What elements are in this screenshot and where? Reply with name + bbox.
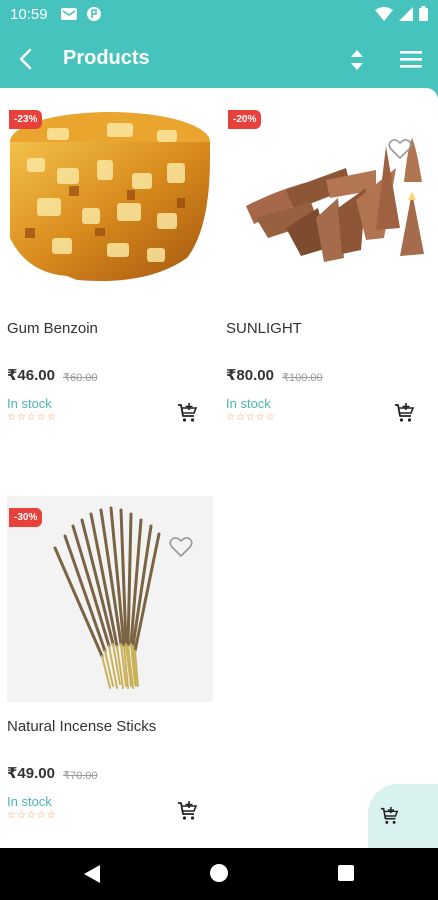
rating-stars: ☆☆☆☆☆ bbox=[7, 412, 57, 423]
app-notification-icon bbox=[87, 7, 101, 21]
heart-icon[interactable] bbox=[388, 138, 412, 160]
stock-status: In stock bbox=[7, 396, 52, 411]
product-image[interactable]: -23% bbox=[7, 98, 213, 304]
sort-icon[interactable] bbox=[345, 47, 369, 73]
mail-notification-icon bbox=[61, 8, 77, 20]
floating-cart-button[interactable] bbox=[368, 784, 438, 848]
gum-benzoin-image bbox=[10, 112, 210, 282]
add-to-cart-icon[interactable] bbox=[394, 402, 416, 424]
product-card[interactable]: -23% Gum Benzoin ₹46.00 ₹60.00 In stock … bbox=[7, 98, 213, 438]
product-price: ₹46.00 bbox=[7, 367, 55, 384]
product-image[interactable]: -30% bbox=[7, 496, 213, 702]
wifi-icon bbox=[375, 6, 393, 21]
status-bar: 10:59 bbox=[0, 0, 438, 30]
product-image[interactable]: -20% bbox=[226, 98, 432, 304]
menu-icon[interactable] bbox=[398, 48, 424, 70]
stock-status: In stock bbox=[226, 396, 271, 411]
nav-back-icon[interactable] bbox=[82, 863, 102, 885]
cart-icon bbox=[380, 806, 399, 824]
incense-cones-image bbox=[246, 138, 424, 262]
system-nav-bar bbox=[0, 848, 438, 900]
product-card[interactable]: -30% Natural Incense Sticks ₹49.00 ₹70.0… bbox=[7, 496, 213, 836]
product-old-price: ₹100.00 bbox=[282, 372, 323, 384]
incense-sticks-image bbox=[53, 506, 161, 689]
app-bar: Products bbox=[0, 30, 438, 88]
nav-home-icon[interactable] bbox=[210, 864, 228, 882]
discount-badge: -23% bbox=[9, 110, 43, 129]
product-card[interactable]: -20% SUNLIGHT ₹80.00 ₹100.00 In stock ☆☆… bbox=[226, 98, 432, 438]
product-old-price: ₹60.00 bbox=[63, 372, 98, 384]
rating-stars: ☆☆☆☆☆ bbox=[7, 810, 57, 821]
nav-recents-icon[interactable] bbox=[338, 865, 354, 881]
status-time: 10:59 bbox=[10, 6, 48, 23]
rating-stars: ☆☆☆☆☆ bbox=[226, 412, 276, 423]
discount-badge: -30% bbox=[9, 508, 43, 527]
add-to-cart-icon[interactable] bbox=[177, 402, 199, 424]
battery-icon bbox=[419, 6, 428, 21]
product-name[interactable]: SUNLIGHT bbox=[226, 320, 302, 337]
discount-badge: -20% bbox=[228, 110, 262, 129]
page-title: Products bbox=[63, 47, 150, 69]
product-price: ₹49.00 bbox=[7, 765, 55, 782]
product-grid: -23% Gum Benzoin ₹46.00 ₹60.00 In stock … bbox=[0, 88, 438, 848]
product-name[interactable]: Gum Benzoin bbox=[7, 320, 98, 337]
product-name[interactable]: Natural Incense Sticks bbox=[7, 718, 156, 735]
add-to-cart-icon[interactable] bbox=[177, 800, 199, 822]
signal-icon bbox=[399, 6, 413, 21]
back-arrow-icon[interactable] bbox=[14, 46, 40, 72]
heart-icon[interactable] bbox=[169, 536, 193, 558]
stock-status: In stock bbox=[7, 794, 52, 809]
product-price: ₹80.00 bbox=[226, 367, 274, 384]
product-old-price: ₹70.00 bbox=[63, 770, 98, 782]
